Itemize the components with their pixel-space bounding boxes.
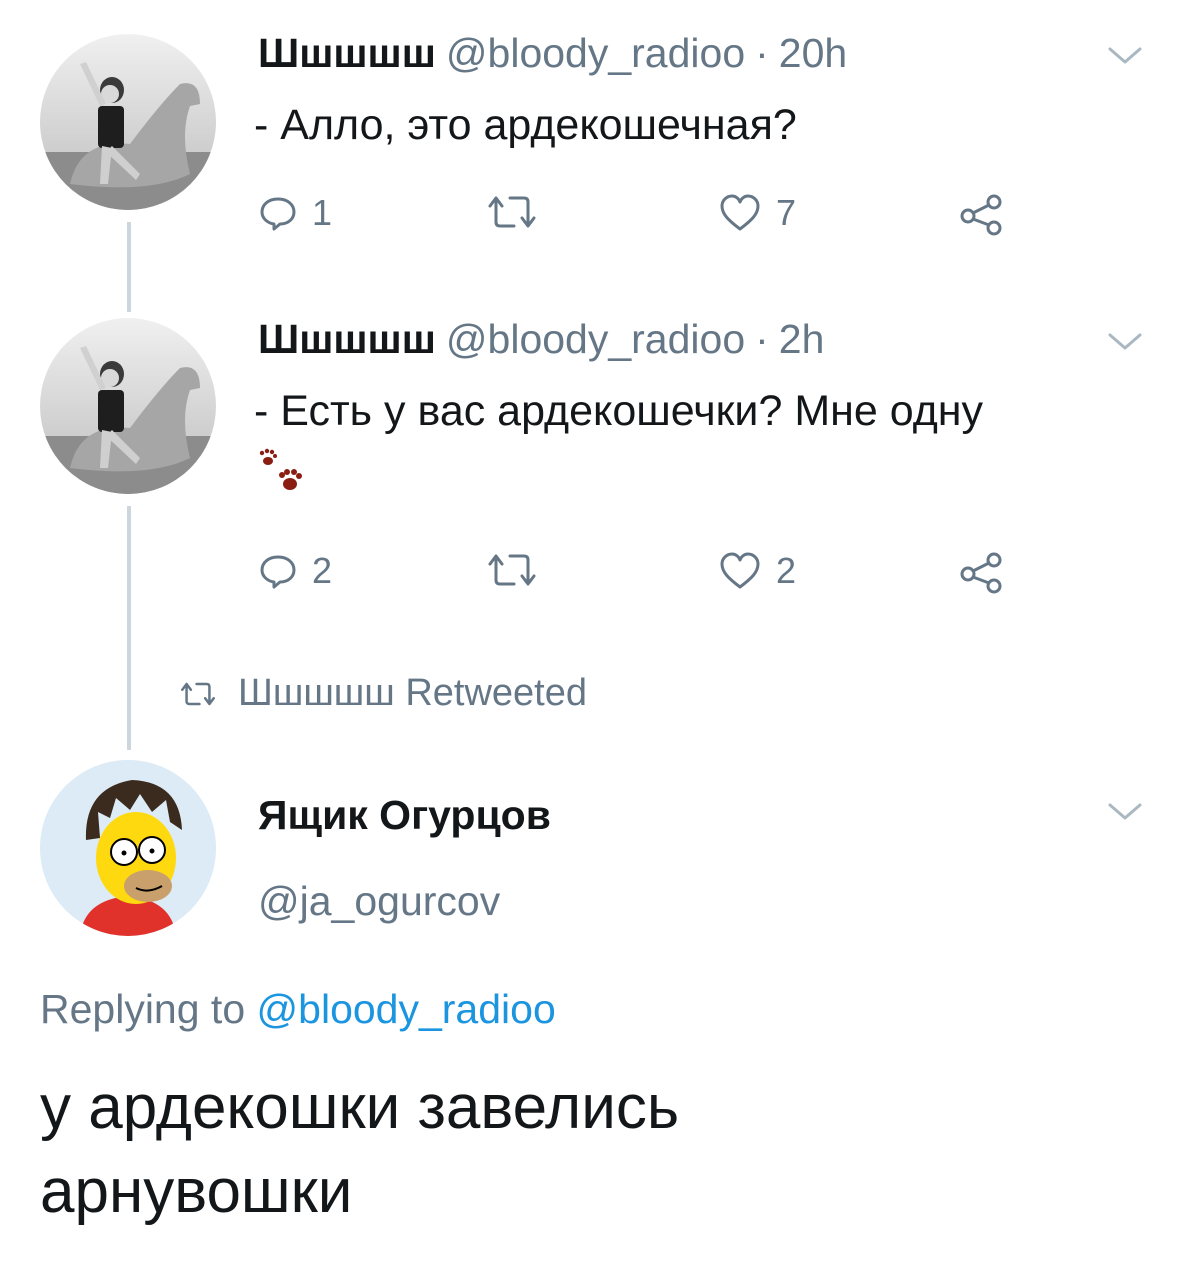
separator-dot: · (755, 30, 769, 76)
tweet-header: Шшшшш @bloody_radioo · 2h (258, 316, 824, 363)
reply-icon (260, 555, 296, 589)
reply-icon (260, 197, 296, 231)
retweet-button[interactable] (484, 550, 540, 590)
avatar[interactable] (40, 34, 216, 210)
retweeted-indicator: Шшшшш Retweeted (178, 672, 587, 715)
like-count: 7 (776, 192, 797, 233)
avatar[interactable] (40, 318, 216, 494)
retweet-icon (488, 196, 536, 228)
paw-prints-icon (259, 448, 302, 490)
thread-line-1 (127, 222, 131, 312)
avatar[interactable] (40, 760, 216, 936)
author-handle[interactable]: @ja_ogurcov (258, 878, 500, 925)
reply-button[interactable]: 1 (258, 192, 332, 234)
main-tweet-text-line-2: арнувошки (40, 1157, 353, 1226)
like-count: 2 (776, 550, 797, 591)
tweet-header: Шшшшш @bloody_radioo · 20h (258, 30, 847, 77)
replying-to: Replying to @bloody_radioo (40, 986, 556, 1033)
main-tweet-text-line-1: у ардекошки завелись (40, 1073, 680, 1142)
author-name[interactable]: Шшшшш (258, 316, 436, 363)
like-icon (720, 552, 760, 589)
retweet-icon (488, 554, 536, 586)
reply-button[interactable]: 2 (258, 550, 332, 592)
caret-down-icon[interactable] (1108, 46, 1142, 66)
share-icon (960, 552, 1002, 594)
share-button[interactable] (958, 550, 1006, 594)
reply-count: 2 (312, 550, 333, 591)
thread-line-2 (127, 506, 131, 750)
author-name[interactable]: Ящик Огурцов (258, 792, 551, 839)
timestamp[interactable]: 2h (779, 316, 825, 363)
replying-mention-link[interactable]: @bloody_radioo (257, 986, 556, 1032)
author-handle[interactable]: @bloody_radioo (446, 316, 745, 363)
separator-dot: · (755, 316, 769, 362)
timestamp[interactable]: 20h (779, 30, 847, 77)
caret-down-icon[interactable] (1108, 332, 1142, 352)
replying-prefix: Replying to (40, 986, 246, 1032)
author-name[interactable]: Шшшшш (258, 30, 436, 77)
tweet-text: - Алло, это ардекошечная? (254, 101, 797, 149)
like-icon (720, 194, 760, 231)
retweeted-label[interactable]: Шшшшш Retweeted (238, 672, 587, 715)
tweet-text: - Есть у вас ардекошечки? Мне одну (254, 387, 984, 435)
caret-down-icon[interactable] (1108, 802, 1142, 822)
share-icon (960, 194, 1002, 236)
like-button[interactable]: 2 (718, 550, 796, 592)
reply-count: 1 (312, 192, 333, 233)
share-button[interactable] (958, 192, 1006, 236)
retweet-icon (181, 682, 215, 705)
retweet-button[interactable] (484, 192, 540, 232)
like-button[interactable]: 7 (718, 192, 796, 234)
main-tweet-text: у ардекошки завелись арнувошки (40, 1066, 679, 1234)
author-handle[interactable]: @bloody_radioo (446, 30, 745, 77)
